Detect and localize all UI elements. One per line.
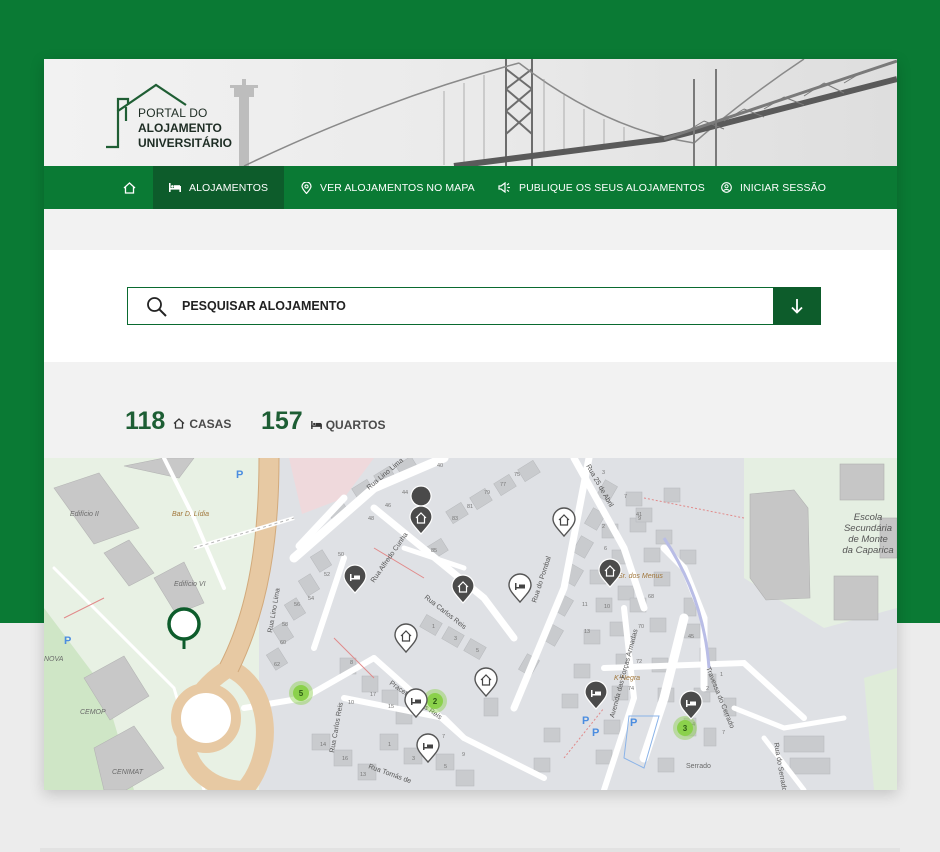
- room-pin-dark[interactable]: [584, 680, 608, 710]
- map-pin-icon: [301, 181, 312, 194]
- arrow-down-icon: [791, 299, 803, 314]
- search-icon: [147, 297, 167, 317]
- houses-count: 118: [125, 407, 166, 435]
- house-pin-light[interactable]: [394, 623, 418, 653]
- main-nav: ALOJAMENTOS VER ALOJAMENTOS NO MAPA PUBL…: [44, 166, 897, 209]
- nav-label-iniciar-sessao: INICIAR SESSÃO: [740, 181, 827, 194]
- room-pin-light[interactable]: [508, 573, 532, 603]
- map-view[interactable]: P P P P P Edifício II Edifício VI Bar D.…: [44, 458, 897, 790]
- logo-line-3: UNIVERSITÁRIO: [138, 136, 233, 150]
- house-pin-dark[interactable]: [409, 505, 433, 535]
- nav-alojamentos[interactable]: ALOJAMENTOS: [153, 166, 284, 209]
- nav-home[interactable]: [116, 166, 142, 209]
- bed-icon: [169, 183, 181, 192]
- nav-label-alojamentos: ALOJAMENTOS: [189, 181, 269, 194]
- house-pin-light[interactable]: [552, 507, 576, 537]
- search-section: PESQUISAR ALOJAMENTO: [44, 250, 897, 362]
- house-pin-light[interactable]: [474, 667, 498, 697]
- room-pin-light[interactable]: [416, 733, 440, 763]
- nav-label-ver-mapa: VER ALOJAMENTOS NO MAPA: [320, 181, 475, 194]
- houses-label: CASAS: [189, 416, 232, 431]
- nav-publique[interactable]: PUBLIQUE OS SEUS ALOJAMENTOS: [498, 166, 705, 209]
- search-placeholder: PESQUISAR ALOJAMENTO: [182, 299, 346, 313]
- user-icon: [721, 182, 732, 193]
- room-pin-dark[interactable]: [679, 690, 703, 720]
- search-dropdown-button[interactable]: [773, 287, 821, 325]
- nav-ver-mapa[interactable]: VER ALOJAMENTOS NO MAPA: [301, 166, 475, 209]
- nav-iniciar-sessao[interactable]: INICIAR SESSÃO: [721, 166, 826, 209]
- logo-line-1: PORTAL DO: [138, 106, 208, 120]
- house-pin-dark[interactable]: [598, 558, 622, 588]
- stat-houses[interactable]: 118 CASAS: [125, 407, 231, 436]
- rooms-count: 157: [261, 407, 303, 435]
- stat-rooms[interactable]: 157 QUARTOS: [261, 407, 386, 436]
- page-bottom-divider: [40, 848, 900, 852]
- bed-icon: [310, 421, 322, 429]
- site-header: PORTAL DO ALOJAMENTO UNIVERSITÁRIO: [44, 59, 897, 166]
- spacer-band: [44, 209, 897, 250]
- house-pin-dark[interactable]: [451, 574, 475, 604]
- house-icon: [173, 418, 185, 429]
- search-input[interactable]: PESQUISAR ALOJAMENTO: [127, 287, 821, 325]
- logo-text: PORTAL DO ALOJAMENTO UNIVERSITÁRIO: [138, 106, 232, 151]
- room-pin-dark[interactable]: [343, 564, 367, 594]
- map-pins-layer: [343, 505, 703, 763]
- megaphone-icon: [498, 182, 510, 193]
- stats-section: 118 CASAS 157 QUARTOS: [44, 362, 897, 458]
- logo-line-2: ALOJAMENTO: [138, 121, 222, 135]
- rooms-label: QUARTOS: [325, 418, 386, 432]
- room-pin-light[interactable]: [404, 688, 428, 718]
- main-card: PORTAL DO ALOJAMENTO UNIVERSITÁRIO ALOJA…: [44, 59, 897, 790]
- nav-label-publique: PUBLIQUE OS SEUS ALOJAMENTOS: [519, 181, 705, 194]
- home-icon: [123, 181, 135, 194]
